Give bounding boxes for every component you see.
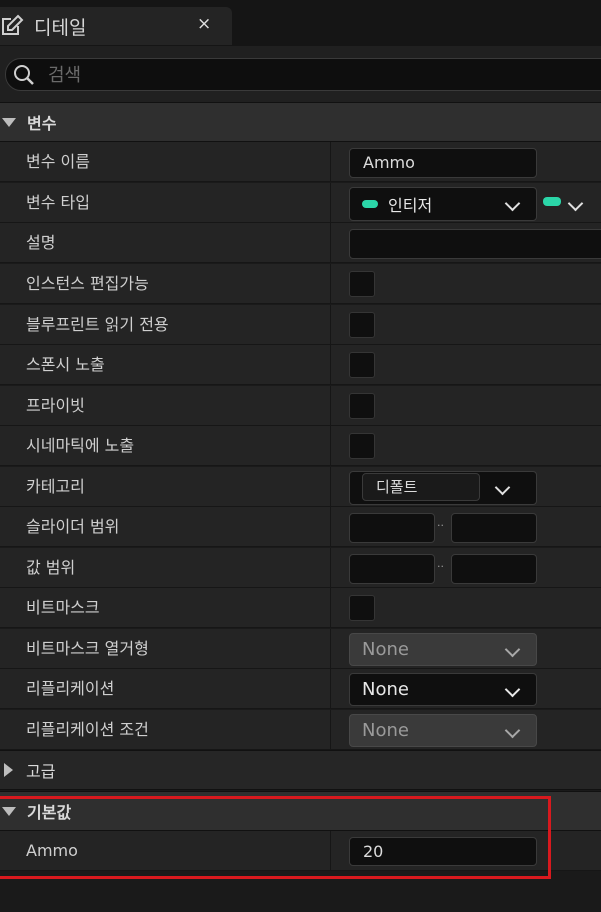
slider-max-field[interactable] bbox=[451, 513, 537, 543]
row-bp-readonly: 블루프린트 읽기 전용 bbox=[0, 305, 601, 345]
tab-details[interactable]: 디테일 × bbox=[0, 7, 232, 45]
private-checkbox[interactable] bbox=[349, 393, 375, 419]
bitmask-enum-dropdown[interactable]: None bbox=[349, 633, 537, 666]
dropdown-value: None bbox=[362, 720, 409, 741]
variable-name-field[interactable]: Ammo bbox=[349, 148, 537, 178]
value-max-field[interactable] bbox=[451, 554, 537, 584]
row-bitmask-enum: 비트마스크 열거형 None bbox=[0, 629, 601, 669]
bitmask-checkbox[interactable] bbox=[349, 595, 375, 621]
slider-min-field[interactable] bbox=[349, 513, 435, 543]
row-label: 비트마스크 bbox=[26, 598, 100, 617]
row-label: 시네마틱에 노출 bbox=[26, 436, 135, 455]
search-input[interactable] bbox=[46, 61, 450, 89]
row-label: 프라이빗 bbox=[26, 396, 85, 415]
row-label: 변수 타입 bbox=[26, 193, 90, 212]
replication-condition-dropdown[interactable]: None bbox=[349, 714, 537, 747]
row-category: 카테고리 디폴트 bbox=[0, 467, 601, 507]
dropdown-value: None bbox=[362, 679, 409, 700]
replication-dropdown[interactable]: None bbox=[349, 673, 537, 706]
value-min-field[interactable] bbox=[349, 554, 435, 584]
row-label: 리플리케이션 조건 bbox=[26, 720, 149, 739]
row-label: 카테고리 bbox=[26, 477, 85, 496]
chevron-down-icon bbox=[504, 195, 521, 212]
section-default-value[interactable]: 기본값 bbox=[0, 791, 601, 831]
close-icon[interactable]: × bbox=[197, 14, 211, 34]
row-instance-editable: 인스턴스 편집가능 bbox=[0, 264, 601, 304]
chevron-down-icon bbox=[504, 722, 521, 738]
row-label: 변수 이름 bbox=[26, 152, 90, 171]
row-label: 블루프린트 읽기 전용 bbox=[26, 315, 169, 334]
row-label: 값 범위 bbox=[26, 558, 76, 577]
category-field[interactable]: 디폴트 bbox=[362, 473, 480, 501]
search-box[interactable] bbox=[5, 58, 601, 91]
variable-type-value: 인티저 bbox=[388, 196, 433, 215]
variable-type-dropdown[interactable]: 인티저 bbox=[349, 187, 537, 221]
collapse-arrow-icon bbox=[2, 806, 16, 816]
collapse-arrow-icon bbox=[2, 117, 16, 127]
section-variables[interactable]: 변수 bbox=[0, 102, 601, 142]
row-label: 비트마스크 열거형 bbox=[26, 639, 149, 658]
row-ammo-default: Ammo 20 bbox=[0, 831, 601, 871]
row-replication-condition: 리플리케이션 조건 None bbox=[0, 710, 601, 750]
expand-arrow-icon bbox=[4, 763, 13, 777]
edit-pencil-icon bbox=[2, 14, 24, 35]
section-label: 변수 bbox=[27, 114, 57, 133]
container-type-chevron-icon[interactable] bbox=[567, 195, 584, 212]
category-combo[interactable]: 디폴트 bbox=[349, 471, 537, 505]
tab-title: 디테일 bbox=[34, 16, 87, 39]
row-label: 스폰시 노출 bbox=[26, 355, 105, 374]
description-field[interactable] bbox=[349, 229, 601, 259]
row-variable-type: 변수 타입 인티저 bbox=[0, 183, 601, 223]
row-label: Ammo bbox=[26, 841, 78, 860]
row-value-range: 값 범위 ·· bbox=[0, 548, 601, 588]
row-description: 설명 bbox=[0, 223, 601, 263]
row-bitmask: 비트마스크 bbox=[0, 588, 601, 628]
range-separator: ·· bbox=[437, 519, 444, 532]
row-label: 리플리케이션 bbox=[26, 679, 115, 698]
row-variable-name: 변수 이름 Ammo bbox=[0, 142, 601, 182]
chevron-down-icon[interactable] bbox=[494, 479, 511, 496]
type-pin-icon bbox=[362, 200, 378, 208]
section-label: 기본값 bbox=[27, 803, 72, 822]
section-advanced[interactable]: 고급 bbox=[0, 750, 601, 790]
row-label: 슬라이더 범위 bbox=[26, 517, 120, 536]
row-expose-cinematic: 시네마틱에 노출 bbox=[0, 426, 601, 466]
expose-cinematic-checkbox[interactable] bbox=[349, 433, 375, 459]
section-label: 고급 bbox=[26, 762, 56, 781]
row-private: 프라이빗 bbox=[0, 386, 601, 426]
chevron-down-icon bbox=[504, 641, 521, 657]
row-slider-range: 슬라이더 범위 ·· bbox=[0, 507, 601, 547]
row-label: 설명 bbox=[26, 233, 56, 252]
ammo-default-field[interactable]: 20 bbox=[349, 837, 537, 866]
expose-spawn-checkbox[interactable] bbox=[349, 352, 375, 378]
row-expose-spawn: 스폰시 노출 bbox=[0, 345, 601, 385]
range-separator: ·· bbox=[437, 560, 444, 573]
bp-readonly-checkbox[interactable] bbox=[349, 312, 375, 338]
dropdown-value: None bbox=[362, 639, 409, 660]
instance-editable-checkbox[interactable] bbox=[349, 271, 375, 297]
row-label: 인스턴스 편집가능 bbox=[26, 274, 149, 293]
container-type-pin-icon bbox=[543, 197, 561, 206]
chevron-down-icon bbox=[504, 681, 521, 697]
search-icon bbox=[14, 65, 34, 85]
row-replication: 리플리케이션 None bbox=[0, 669, 601, 709]
